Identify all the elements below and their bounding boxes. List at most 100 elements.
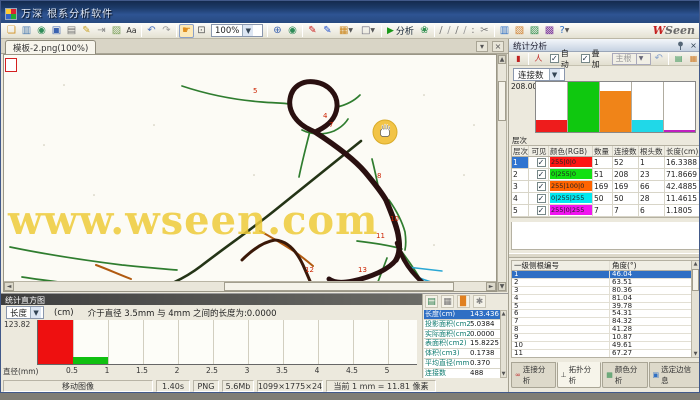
- histogram-metric-combo[interactable]: 长度▼: [6, 306, 44, 319]
- chart-icon[interactable]: ▦: [686, 52, 700, 66]
- lateral-scrollbar[interactable]: ▲ ▼: [691, 261, 699, 357]
- scroll-up-icon[interactable]: ▲: [501, 311, 506, 317]
- table-row[interactable]: 1167.27: [512, 350, 699, 358]
- zoom-in-icon[interactable]: ⊕: [270, 24, 285, 38]
- tab-选定边信息[interactable]: ▣选定边信息: [649, 362, 700, 388]
- visible-checkbox[interactable]: [537, 194, 546, 203]
- table-row[interactable]: 1049.61: [512, 342, 699, 350]
- globe-icon[interactable]: ◉: [34, 24, 49, 38]
- measure-icon-3[interactable]: /: [453, 24, 461, 38]
- visible-checkbox[interactable]: [537, 206, 546, 215]
- color-swatch[interactable]: 0|255|0: [550, 169, 592, 179]
- property-row[interactable]: 平均直径(mm)0.370: [424, 359, 502, 369]
- redo-icon[interactable]: ↷: [159, 24, 174, 38]
- vertical-scrollbar[interactable]: ▲ ▼: [497, 54, 507, 292]
- tab-颜色分析[interactable]: ▦颜色分析: [602, 362, 647, 388]
- color-swatch[interactable]: 255|0|255: [550, 205, 592, 215]
- scroll-down-icon[interactable]: ▼: [692, 351, 699, 357]
- scroll-down-icon[interactable]: ▼: [498, 282, 506, 291]
- table-row[interactable]: 481.04: [512, 295, 699, 303]
- scroll-thumb[interactable]: [224, 282, 454, 291]
- table-row[interactable]: 5255|0|2557761.1805: [512, 205, 699, 217]
- chevron-down-icon[interactable]: ▼: [549, 69, 560, 80]
- close-tab-icon[interactable]: ×: [492, 41, 504, 52]
- undo-icon[interactable]: ↶: [651, 52, 666, 66]
- color-swatch[interactable]: 255|100|0: [550, 181, 592, 191]
- import-icon[interactable]: ▥: [19, 24, 34, 38]
- chevron-down-icon[interactable]: ▼: [30, 307, 41, 318]
- table-row[interactable]: 841.28: [512, 326, 699, 334]
- save-icon[interactable]: ▣: [49, 24, 64, 38]
- chevron-down-icon[interactable]: ▼: [242, 25, 253, 36]
- scissors-icon[interactable]: ✂: [477, 24, 492, 38]
- property-row[interactable]: 长度(cm)143.436: [424, 310, 502, 320]
- chart-icon-3[interactable]: ▨: [527, 24, 542, 38]
- export-icon[interactable]: ▤: [671, 52, 686, 66]
- measure-icon-5[interactable]: :: [469, 24, 477, 38]
- plant-icon[interactable]: ❀: [417, 24, 432, 38]
- chart-icon-1[interactable]: ▥: [497, 24, 512, 38]
- scroll-thumb[interactable]: [692, 269, 699, 291]
- close-icon[interactable]: ×: [688, 40, 699, 50]
- chart-icon-2[interactable]: ▧: [512, 24, 527, 38]
- overlay-checkbox[interactable]: [581, 54, 590, 63]
- document-tab[interactable]: 模板-2.png(100%): [5, 40, 96, 54]
- property-row[interactable]: 实际面积(cm2)0.0000: [424, 330, 502, 340]
- table-row[interactable]: 146.04: [512, 271, 699, 279]
- mark-icon[interactable]: ▮: [511, 52, 526, 66]
- property-row[interactable]: 体积(cm3)0.1738: [424, 349, 502, 359]
- property-row[interactable]: 表面积(cm2)15.8225: [424, 339, 502, 349]
- visible-checkbox[interactable]: [537, 170, 546, 179]
- scroll-up-icon[interactable]: ▲: [692, 261, 699, 267]
- table-row[interactable]: 910.87: [512, 334, 699, 342]
- settings-icon[interactable]: ✱: [473, 295, 486, 308]
- table-row[interactable]: 1255|0|0152116.3388: [512, 157, 699, 169]
- export-icon[interactable]: ⇥: [94, 24, 109, 38]
- measure-icon-2[interactable]: /: [445, 24, 453, 38]
- metric-combo[interactable]: 连接数▼: [513, 68, 565, 81]
- table-row[interactable]: 40|255|25550502811.4615: [512, 193, 699, 205]
- table-row[interactable]: 539.78: [512, 303, 699, 311]
- color-swatch[interactable]: 0|255|255: [550, 193, 592, 203]
- auto-checkbox[interactable]: [550, 54, 559, 63]
- property-row[interactable]: 投影面积(cm2)5.0384: [424, 320, 502, 330]
- scroll-left-icon[interactable]: ◄: [4, 282, 14, 291]
- pen-red-icon[interactable]: ✎: [305, 24, 320, 38]
- print-icon[interactable]: ▤: [64, 24, 79, 38]
- root-combo[interactable]: 主根▼: [612, 53, 652, 65]
- area-select-icon[interactable]: ⊡: [194, 24, 209, 38]
- scroll-up-icon[interactable]: ▲: [498, 55, 506, 64]
- color-swatch[interactable]: 255|0|0: [550, 157, 592, 167]
- visible-checkbox[interactable]: [537, 158, 546, 167]
- table-row[interactable]: 3255|100|01691696642.4885: [512, 181, 699, 193]
- scroll-down-icon[interactable]: ▼: [501, 371, 506, 377]
- fill-dropdown-icon[interactable]: ▦▼: [335, 24, 357, 38]
- open-icon[interactable]: ❏: [4, 24, 19, 38]
- shape-dropdown-icon[interactable]: □▼: [357, 24, 379, 38]
- zoom-level-combo[interactable]: 100%▼: [211, 24, 263, 37]
- table-row[interactable]: 20|255|0512082371.8669: [512, 169, 699, 181]
- tab-拓扑分析[interactable]: ⊥拓扑分析: [557, 362, 602, 388]
- image-icon[interactable]: ▨: [109, 24, 124, 38]
- scroll-right-icon[interactable]: ►: [486, 282, 496, 291]
- table-row[interactable]: 654.31: [512, 310, 699, 318]
- visible-checkbox[interactable]: [537, 182, 546, 191]
- tab-连接分析[interactable]: ∞连接分析: [511, 362, 556, 388]
- person-icon[interactable]: 人: [531, 52, 546, 66]
- text-icon[interactable]: Aa: [124, 24, 139, 38]
- save-data-icon[interactable]: ▦: [441, 295, 454, 308]
- scroll-thumb[interactable]: [498, 81, 506, 121]
- table-row[interactable]: 263.51: [512, 279, 699, 287]
- measure-icon-4[interactable]: /: [461, 24, 469, 38]
- help-dropdown-icon[interactable]: ?▼: [557, 24, 572, 38]
- table-row[interactable]: 380.36: [512, 287, 699, 295]
- image-canvas[interactable]: www.wseen.com 547810111213 ◄ ►: [3, 54, 497, 292]
- undo-icon[interactable]: ↶: [144, 24, 159, 38]
- pin-icon[interactable]: [675, 40, 686, 50]
- chart-icon-4[interactable]: ▩: [542, 24, 557, 38]
- horizontal-scrollbar[interactable]: ◄ ►: [4, 281, 496, 291]
- analyze-button[interactable]: ▶分析: [387, 24, 414, 37]
- pencil-icon[interactable]: ✎: [79, 24, 94, 38]
- pen-blue-icon[interactable]: ✎: [320, 24, 335, 38]
- properties-scrollbar[interactable]: ▲ ▼: [500, 310, 507, 378]
